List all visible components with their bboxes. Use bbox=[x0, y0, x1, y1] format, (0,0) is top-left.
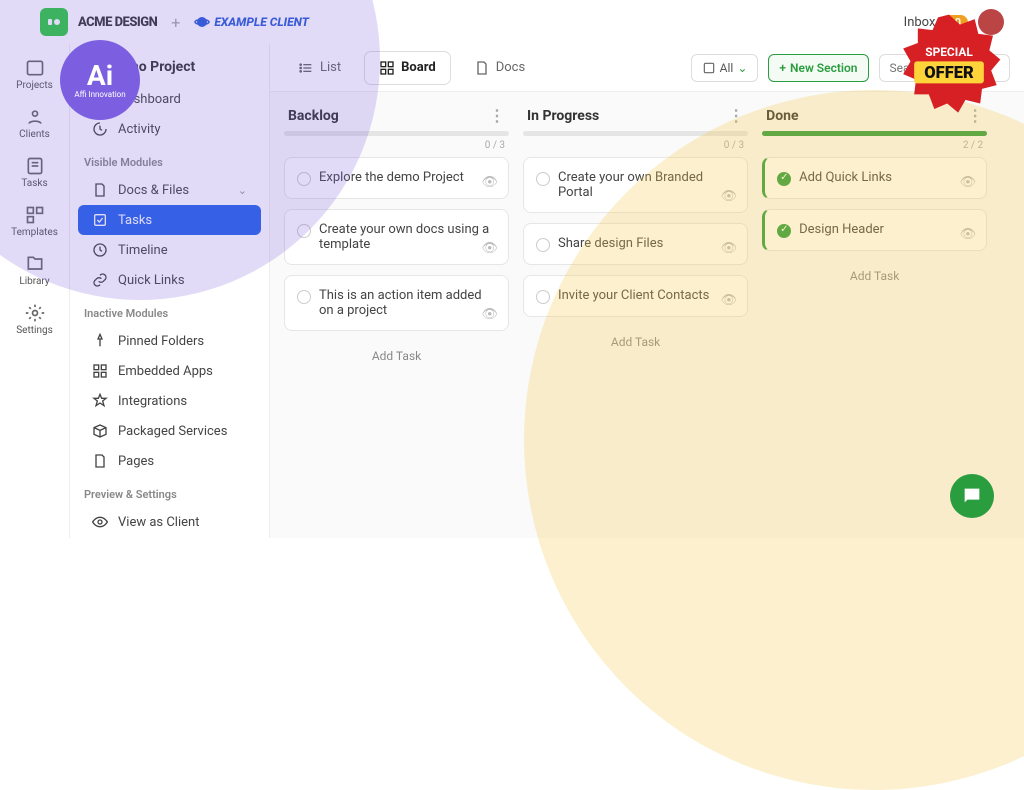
column-menu[interactable]: ⋮ bbox=[489, 106, 505, 125]
chevron-down-icon: ⌄ bbox=[238, 184, 247, 197]
column-count: 0 / 3 bbox=[523, 140, 748, 157]
tab-board[interactable]: Board bbox=[365, 52, 450, 84]
add-task-button[interactable]: Add Task bbox=[523, 327, 748, 357]
sidebar-timeline[interactable]: Timeline bbox=[78, 235, 261, 265]
brand-client: EXAMPLE CLIENT bbox=[194, 14, 309, 30]
task-card[interactable]: Share design Files👁 bbox=[523, 223, 748, 265]
checkbox-icon[interactable] bbox=[536, 172, 550, 186]
column-menu[interactable]: ⋮ bbox=[728, 106, 744, 125]
column-title: In Progress bbox=[527, 108, 599, 124]
new-section-button[interactable]: + New Section bbox=[768, 54, 868, 82]
eye-icon: 👁 bbox=[482, 307, 499, 322]
svg-text:SPECIAL: SPECIAL bbox=[925, 45, 973, 59]
rail-templates[interactable]: Templates bbox=[0, 199, 69, 244]
add-task-button[interactable]: Add Task bbox=[284, 341, 509, 371]
chat-fab[interactable] bbox=[950, 474, 994, 518]
checkbox-icon[interactable] bbox=[297, 290, 311, 304]
kanban-board: Backlog ⋮ 0 / 3 Explore the demo Project👁… bbox=[270, 92, 1024, 538]
eye-icon: 👁 bbox=[482, 241, 499, 256]
tab-list[interactable]: List bbox=[284, 52, 355, 84]
sidebar-embedded-apps[interactable]: Embedded Apps bbox=[78, 356, 261, 386]
eye-icon: 👁 bbox=[721, 241, 738, 256]
checkbox-icon[interactable] bbox=[297, 172, 311, 186]
sidebar-packaged-services[interactable]: Packaged Services bbox=[78, 416, 261, 446]
task-card[interactable]: Design Header👁 bbox=[762, 209, 987, 251]
eye-icon: 👁 bbox=[960, 227, 977, 242]
rail-projects[interactable]: Projects bbox=[0, 52, 69, 97]
rail-tasks[interactable]: Tasks bbox=[0, 150, 69, 195]
svg-text:OFFER: OFFER bbox=[924, 64, 974, 83]
topbar: ACME DESIGN + EXAMPLE CLIENT Inbox 10 bbox=[0, 0, 1024, 44]
column-done: Done⋮ 2 / 2 Add Quick Links👁 Design Head… bbox=[762, 106, 987, 524]
sidebar-docs-files[interactable]: Docs & Files⌄ bbox=[78, 175, 261, 205]
eye-icon: 👁 bbox=[721, 293, 738, 308]
rail-library[interactable]: Library bbox=[0, 248, 69, 293]
task-card[interactable]: Add Quick Links👁 bbox=[762, 157, 987, 199]
filter-all[interactable]: All ⌄ bbox=[691, 54, 759, 82]
column-in-progress: In Progress ⋮ 0 / 3 Create your own Brand… bbox=[523, 106, 748, 524]
column-title: Done bbox=[766, 108, 798, 124]
sidebar-pinned-folders[interactable]: Pinned Folders bbox=[78, 326, 261, 356]
checkbox-icon[interactable] bbox=[297, 224, 311, 238]
column-count: 0 / 3 bbox=[284, 140, 509, 157]
sidebar-pages[interactable]: Pages bbox=[78, 446, 261, 476]
chevron-down-icon: ⌄ bbox=[737, 61, 747, 75]
checkbox-icon[interactable] bbox=[777, 172, 791, 186]
task-card[interactable]: Explore the demo Project👁 bbox=[284, 157, 509, 199]
column-progress bbox=[284, 131, 509, 136]
checkbox-icon[interactable] bbox=[777, 224, 791, 238]
sidebar-integrations[interactable]: Integrations bbox=[78, 386, 261, 416]
checkbox-icon[interactable] bbox=[536, 290, 550, 304]
add-task-button[interactable]: Add Task bbox=[762, 261, 987, 291]
task-card[interactable]: Invite your Client Contacts👁 bbox=[523, 275, 748, 317]
sidebar-quick-links[interactable]: Quick Links bbox=[78, 265, 261, 295]
task-card[interactable]: Create your own Branded Portal👁 bbox=[523, 157, 748, 213]
section-inactive: Inactive Modules bbox=[70, 297, 269, 324]
ai-badge: Ai Affi Innovation bbox=[60, 40, 140, 120]
brand-plus: + bbox=[171, 13, 180, 32]
column-backlog: Backlog ⋮ 0 / 3 Explore the demo Project👁… bbox=[284, 106, 509, 524]
sidebar-tasks[interactable]: Tasks bbox=[78, 205, 261, 235]
section-preview: Preview & Settings bbox=[70, 478, 269, 505]
eye-icon: 👁 bbox=[721, 189, 738, 204]
rail-clients[interactable]: Clients bbox=[0, 101, 69, 146]
task-card[interactable]: Create your own docs using a template👁 bbox=[284, 209, 509, 265]
sidebar-view-as-client[interactable]: View as Client bbox=[78, 507, 261, 537]
eye-icon: 👁 bbox=[960, 175, 977, 190]
app-logo[interactable] bbox=[40, 8, 68, 36]
nav-rail: Projects Clients Tasks Templates Library… bbox=[0, 44, 70, 538]
section-visible: Visible Modules bbox=[70, 146, 269, 173]
eye-icon: 👁 bbox=[482, 175, 499, 190]
column-count: 2 / 2 bbox=[762, 140, 987, 157]
column-progress bbox=[523, 131, 748, 136]
column-progress bbox=[762, 131, 987, 136]
plus-icon: + bbox=[779, 61, 786, 75]
rail-settings[interactable]: Settings bbox=[0, 297, 69, 342]
tab-docs[interactable]: Docs bbox=[460, 52, 539, 84]
checkbox-icon[interactable] bbox=[536, 238, 550, 252]
column-title: Backlog bbox=[288, 108, 339, 124]
task-card[interactable]: This is an action item added on a projec… bbox=[284, 275, 509, 331]
special-offer-badge: SPECIAL OFFER bbox=[894, 10, 1004, 120]
brand-acme: ACME DESIGN bbox=[78, 15, 157, 30]
